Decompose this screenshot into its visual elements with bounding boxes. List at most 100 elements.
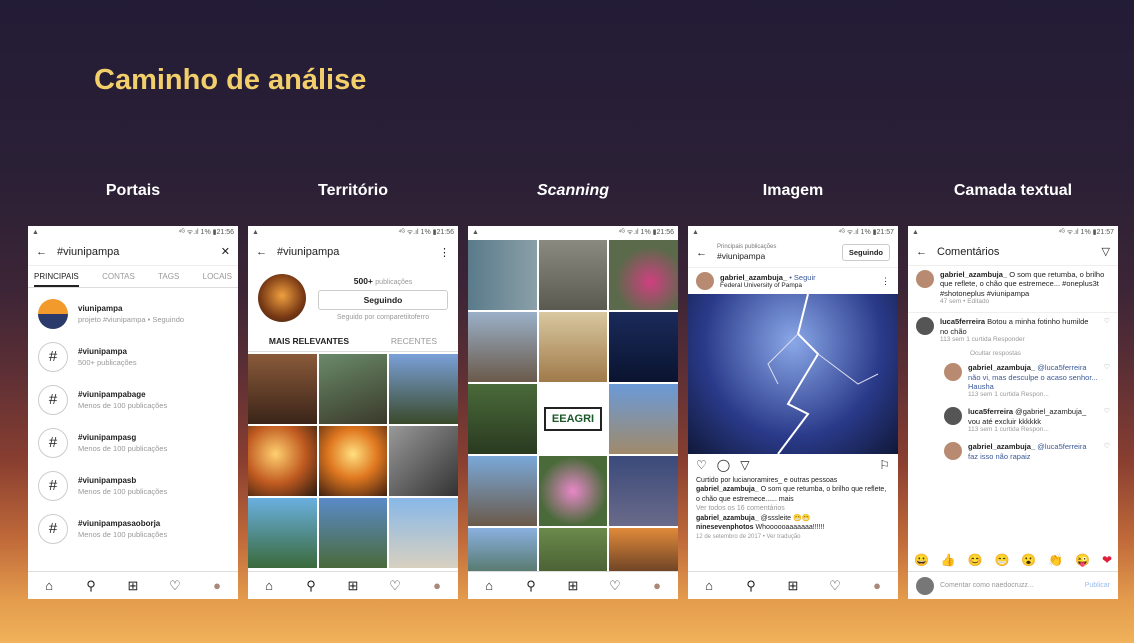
home-icon[interactable]: ⌂ <box>40 578 58 593</box>
caption-username[interactable]: gabriel_azambuja_ <box>696 486 759 493</box>
share-icon[interactable]: ▽ <box>740 458 749 472</box>
like-comment-icon[interactable]: ♡ <box>1104 442 1110 461</box>
emoji-button[interactable]: 😊 <box>968 553 983 567</box>
profile-icon[interactable]: ● <box>648 578 666 593</box>
search-icon[interactable]: ⚲ <box>742 578 760 594</box>
heart-icon[interactable]: ♡ <box>166 578 184 594</box>
following-button[interactable]: Seguindo <box>841 244 890 261</box>
heart-icon[interactable]: ♡ <box>606 578 624 594</box>
comment-username[interactable]: ninesevenphotos <box>696 524 754 531</box>
add-post-icon[interactable]: ⊞ <box>564 578 582 594</box>
photo-tile[interactable] <box>468 240 537 310</box>
comment-username[interactable]: gabriel_azambuja_ <box>968 442 1035 451</box>
tab-contas[interactable]: CONTAS <box>102 272 135 281</box>
comment-username[interactable]: gabriel_azambuja_ <box>940 270 1007 279</box>
photo-tile[interactable] <box>609 240 678 310</box>
search-query[interactable]: #viunipampa <box>57 246 211 258</box>
close-icon[interactable]: ✕ <box>221 245 230 258</box>
back-arrow-icon[interactable]: ← <box>916 246 927 258</box>
result-title: #viunipampa <box>78 346 127 356</box>
emoji-button[interactable]: 😁 <box>995 553 1010 567</box>
bookmark-icon[interactable]: ⚐ <box>879 458 890 472</box>
result-item[interactable]: # #viunipampasb Menos de 100 publicações <box>28 464 238 507</box>
label-camada-textual: Camada textual <box>953 182 1073 199</box>
photo-tile[interactable] <box>538 456 608 526</box>
home-icon[interactable]: ⌂ <box>700 578 718 593</box>
search-icon[interactable]: ⚲ <box>82 578 100 594</box>
photo-tile[interactable] <box>248 498 317 568</box>
comment-username[interactable]: luca5ferreira <box>968 407 1013 416</box>
photo-tile[interactable] <box>468 312 537 382</box>
home-icon[interactable]: ⌂ <box>480 578 498 593</box>
photo-tile[interactable] <box>318 498 388 568</box>
photo-tile[interactable] <box>248 354 317 424</box>
following-button[interactable]: Seguindo <box>318 289 448 310</box>
post-image[interactable] <box>688 294 898 454</box>
photo-tile[interactable] <box>389 354 458 424</box>
heart-icon[interactable]: ♡ <box>826 578 844 594</box>
view-all-comments[interactable]: Ver todos os 16 comentários <box>696 504 890 513</box>
emoji-button[interactable]: 👍 <box>941 553 956 567</box>
emoji-button[interactable]: 😜 <box>1075 553 1090 567</box>
tab-recentes[interactable]: RECENTES <box>391 336 437 346</box>
post-username[interactable]: gabriel_azambuja_ <box>720 273 787 282</box>
more-options-icon[interactable]: ⋮ <box>881 276 890 287</box>
photo-tile[interactable] <box>318 354 388 424</box>
like-comment-icon[interactable]: ♡ <box>1104 363 1110 399</box>
photo-tile[interactable] <box>609 384 678 454</box>
profile-icon[interactable]: ● <box>428 578 446 593</box>
comment-username[interactable]: gabriel_azambuja_ <box>696 515 759 522</box>
result-item[interactable]: # #viunipampasg Menos de 100 publicações <box>28 421 238 464</box>
result-item[interactable]: viunipampa projeto #viunipampa • Seguindo <box>28 292 238 335</box>
tab-mais-relevantes[interactable]: MAIS RELEVANTES <box>269 336 349 346</box>
result-item[interactable]: # #viunipampasaoborja Menos de 100 publica… <box>28 507 238 550</box>
photo-tile[interactable] <box>248 426 317 496</box>
follow-link[interactable]: • Seguir <box>789 273 815 282</box>
heart-icon[interactable]: ♡ <box>386 578 404 594</box>
tab-tags[interactable]: TAGS <box>158 272 179 281</box>
tab-principais[interactable]: PRINCIPAIS <box>34 272 79 287</box>
comment-icon[interactable]: ◯ <box>717 458 730 472</box>
result-item[interactable]: # #viunipampa 500+ publicações <box>28 335 238 378</box>
publish-button[interactable]: Publicar <box>1085 582 1110 589</box>
add-post-icon[interactable]: ⊞ <box>784 578 802 594</box>
photo-tile[interactable] <box>538 312 608 382</box>
photo-tile[interactable] <box>389 426 458 496</box>
hide-replies[interactable]: Ocultar respostas <box>908 348 1118 359</box>
like-comment-icon[interactable]: ♡ <box>1104 317 1110 344</box>
header-subtitle: Principais publicações <box>717 243 777 250</box>
search-icon[interactable]: ⚲ <box>522 578 540 594</box>
send-icon[interactable]: ▽ <box>1102 245 1110 258</box>
emoji-button[interactable]: ❤ <box>1102 553 1112 567</box>
post-location[interactable]: Federal University of Pampa <box>720 282 875 289</box>
comment-input[interactable]: Comentar como naedocruzz... <box>940 582 1079 589</box>
back-arrow-icon[interactable]: ← <box>256 246 267 258</box>
like-comment-icon[interactable]: ♡ <box>1104 407 1110 434</box>
emoji-button[interactable]: 😀 <box>914 553 929 567</box>
result-item[interactable]: # #viunipampabage Menos de 100 publicações <box>28 378 238 421</box>
back-arrow-icon[interactable]: ← <box>36 246 47 258</box>
photo-tile[interactable] <box>538 240 608 310</box>
photo-tile[interactable] <box>609 456 678 526</box>
emoji-button[interactable]: 😮 <box>1021 553 1036 567</box>
tab-locais[interactable]: LOCAIS <box>203 272 232 281</box>
photo-tile[interactable] <box>318 426 388 496</box>
add-post-icon[interactable]: ⊞ <box>344 578 362 594</box>
profile-icon[interactable]: ● <box>208 578 226 593</box>
photo-tile[interactable] <box>468 384 537 454</box>
add-post-icon[interactable]: ⊞ <box>124 578 142 594</box>
photo-tile[interactable] <box>389 498 458 568</box>
search-icon[interactable]: ⚲ <box>302 578 320 594</box>
comment-username[interactable]: gabriel_azambuja_ <box>968 363 1035 372</box>
home-icon[interactable]: ⌂ <box>260 578 278 593</box>
heart-icon[interactable]: ♡ <box>696 458 707 472</box>
photo-tile[interactable] <box>609 312 678 382</box>
profile-icon[interactable]: ● <box>868 578 886 593</box>
photo-tile[interactable] <box>468 456 537 526</box>
comment-username[interactable]: luca5ferreira <box>940 317 985 326</box>
back-arrow-icon[interactable]: ← <box>696 247 707 259</box>
liked-by[interactable]: Curtido por lucianoramires_ e outras pes… <box>696 476 890 485</box>
photo-tile[interactable]: EEAGRI <box>538 384 608 454</box>
more-options-icon[interactable]: ⋮ <box>439 246 450 259</box>
emoji-button[interactable]: 👏 <box>1048 553 1063 567</box>
